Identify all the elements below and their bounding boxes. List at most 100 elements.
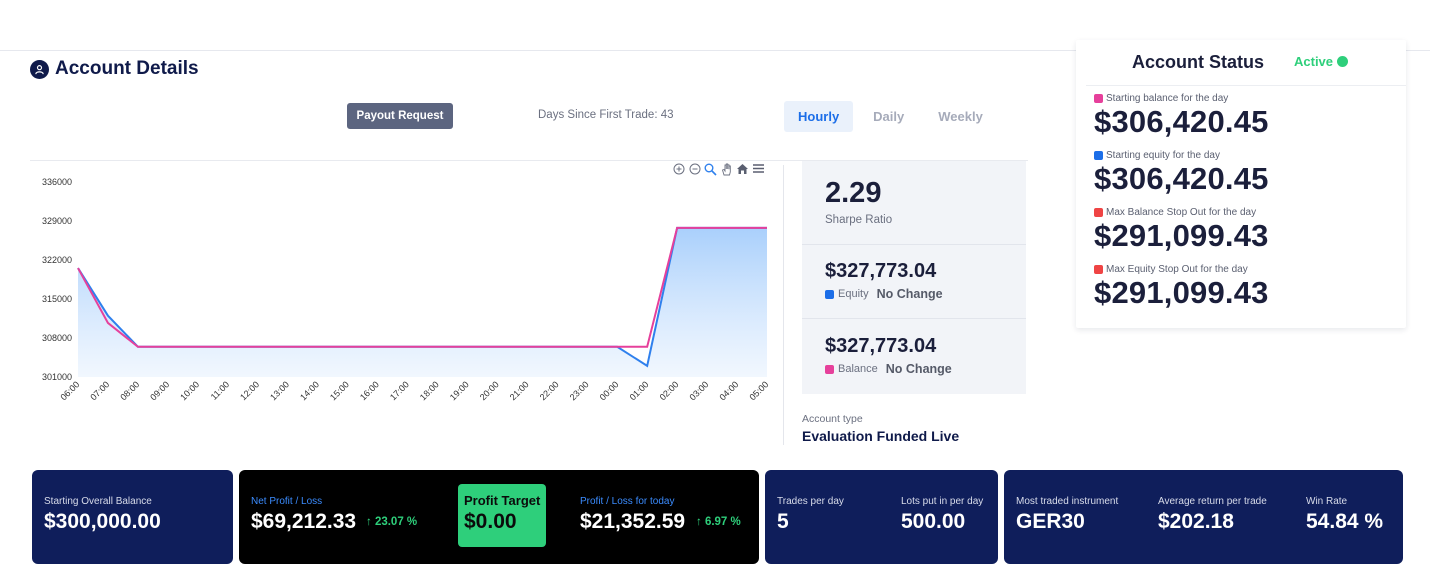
win-rate-label: Win Rate: [1306, 496, 1348, 507]
payout-request-button[interactable]: Payout Request: [347, 103, 453, 129]
starting-overall-balance-card: Starting Overall Balance $300,000.00: [32, 470, 233, 564]
starting-balance-label: Starting balance for the day: [1094, 93, 1228, 104]
x-tick-label: 00:00: [598, 379, 621, 402]
x-tick-label: 14:00: [298, 379, 321, 402]
balance-label: Balance: [838, 363, 878, 375]
equity-change: No Change: [876, 287, 943, 301]
x-tick-label: 17:00: [388, 379, 411, 402]
user-icon: [30, 59, 49, 79]
x-tick-label: 20:00: [478, 379, 501, 402]
x-tick-label: 10:00: [178, 379, 201, 402]
days-since-first-trade: Days Since First Trade: 43: [538, 109, 674, 121]
profit-loss-today-label: Profit / Loss for today: [580, 496, 675, 507]
x-tick-label: 06:00: [58, 379, 81, 402]
home-icon[interactable]: [736, 163, 749, 176]
x-tick-label: 21:00: [508, 379, 531, 402]
trades-per-day-value: 5: [777, 510, 789, 533]
page-title: Account Details: [55, 58, 199, 79]
starting-equity-label: Starting equity for the day: [1094, 150, 1220, 161]
red-square-icon: [1094, 208, 1103, 217]
x-tick-label: 08:00: [118, 379, 141, 402]
metrics-panel: 2.29 Sharpe Ratio $327,773.04 Equity No …: [802, 161, 1026, 394]
x-tick-label: 23:00: [568, 379, 591, 402]
x-tick-label: 16:00: [358, 379, 381, 402]
max-equity-stopout-label: Max Equity Stop Out for the day: [1094, 264, 1248, 275]
x-tick-label: 13:00: [268, 379, 291, 402]
sharpe-ratio-label: Sharpe Ratio: [825, 214, 893, 226]
tab-daily[interactable]: Daily: [859, 101, 918, 132]
y-tick-label: 336000: [42, 177, 72, 187]
x-tick-label: 05:00: [747, 379, 770, 402]
sharpe-ratio-value: 2.29: [825, 177, 882, 209]
x-tick-label: 11:00: [209, 379, 232, 402]
x-tick-label: 19:00: [448, 379, 471, 402]
starting-overall-balance-value: $300,000.00: [44, 510, 161, 533]
x-tick-label: 22:00: [538, 379, 561, 402]
menu-icon[interactable]: [752, 163, 765, 176]
balance-color-swatch: [825, 364, 834, 374]
profit-loss-today-percent: ↑ 6.97 %: [696, 516, 741, 528]
balance-value: $327,773.04: [825, 335, 937, 357]
starting-equity-label-text: Starting equity for the day: [1106, 150, 1220, 161]
equity-label: Equity: [838, 288, 869, 300]
win-rate-value: 54.84 %: [1306, 510, 1384, 533]
pan-hand-icon[interactable]: [720, 163, 733, 176]
max-balance-stopout-label: Max Balance Stop Out for the day: [1094, 207, 1256, 218]
x-tick-label: 12:00: [238, 379, 261, 402]
average-return-label: Average return per trade: [1158, 496, 1267, 507]
account-type-value: Evaluation Funded Live: [802, 428, 960, 444]
profit-target-label: Profit Target: [464, 493, 541, 508]
lots-per-day-value: 500.00: [901, 510, 966, 533]
account-status-title: Account Status: [1132, 52, 1265, 72]
profit-target-value: $0.00: [464, 510, 517, 533]
profit-loss-card: Net Profit / Loss $69,212.33 ↑ 23.07 % P…: [239, 470, 759, 564]
most-traded-instrument-value: GER30: [1016, 510, 1085, 533]
starting-overall-balance-label: Starting Overall Balance: [44, 496, 152, 507]
account-type-label: Account type: [802, 413, 863, 425]
starting-balance-label-text: Starting balance for the day: [1106, 93, 1229, 104]
most-traded-instrument-label: Most traded instrument: [1016, 496, 1119, 507]
y-tick-label: 315000: [42, 294, 72, 304]
metrics-separator: [802, 318, 1026, 319]
zoom-in-icon[interactable]: [672, 163, 685, 176]
trading-activity-card: Trades per day 5 Lots put in per day 500…: [765, 470, 998, 564]
balance-equity-chart[interactable]: 336000 329000 322000 315000 308000 30100006:0…: [30, 162, 780, 407]
x-tick-label: 03:00: [687, 379, 710, 402]
net-profit-loss-percent: ↑ 23.07 %: [366, 516, 418, 528]
x-tick-label: 09:00: [148, 379, 171, 402]
metrics-separator: [802, 244, 1026, 245]
balance-change: No Change: [885, 362, 952, 376]
account-details-header: Account Details: [30, 58, 199, 80]
trades-per-day-label: Trades per day: [777, 496, 844, 507]
status-text: Active: [1294, 54, 1334, 69]
active-dot-icon: [1337, 56, 1349, 67]
blue-square-icon: [1094, 151, 1103, 160]
status-divider: [1086, 85, 1406, 86]
x-tick-label: 02:00: [658, 379, 681, 402]
timeframe-tabs: Hourly Daily Weekly: [784, 101, 1003, 132]
starting-balance-value: $306,420.45: [1094, 104, 1269, 139]
zoom-out-icon[interactable]: [688, 163, 701, 176]
equity-legend: Equity No Change: [825, 287, 943, 301]
equity-value: $327,773.04: [825, 260, 937, 282]
pink-square-icon: [1094, 94, 1103, 103]
y-tick-label: 329000: [42, 216, 72, 226]
balance-legend: Balance No Change: [825, 362, 952, 376]
tab-hourly[interactable]: Hourly: [784, 101, 854, 132]
average-return-value: $202.18: [1158, 510, 1234, 533]
vertical-divider: [783, 165, 784, 445]
equity-area-fill: [78, 227, 767, 377]
y-tick-label: 301000: [42, 372, 72, 382]
x-tick-label: 07:00: [88, 379, 111, 402]
account-status-card: Account Status Active Starting balance f…: [1076, 40, 1406, 328]
magnifier-icon[interactable]: [704, 163, 717, 176]
lots-per-day-label: Lots put in per day: [901, 496, 984, 507]
profit-loss-today-value: $21,352.59: [580, 510, 686, 533]
net-profit-loss-label: Net Profit / Loss: [251, 496, 323, 507]
red-square-icon: [1094, 265, 1103, 274]
tab-weekly[interactable]: Weekly: [924, 101, 997, 132]
max-balance-stopout-label-text: Max Balance Stop Out for the day: [1106, 207, 1257, 218]
x-tick-label: 18:00: [418, 379, 441, 402]
status-badge: Active: [1294, 54, 1349, 69]
net-profit-loss-value: $69,212.33: [251, 510, 357, 533]
